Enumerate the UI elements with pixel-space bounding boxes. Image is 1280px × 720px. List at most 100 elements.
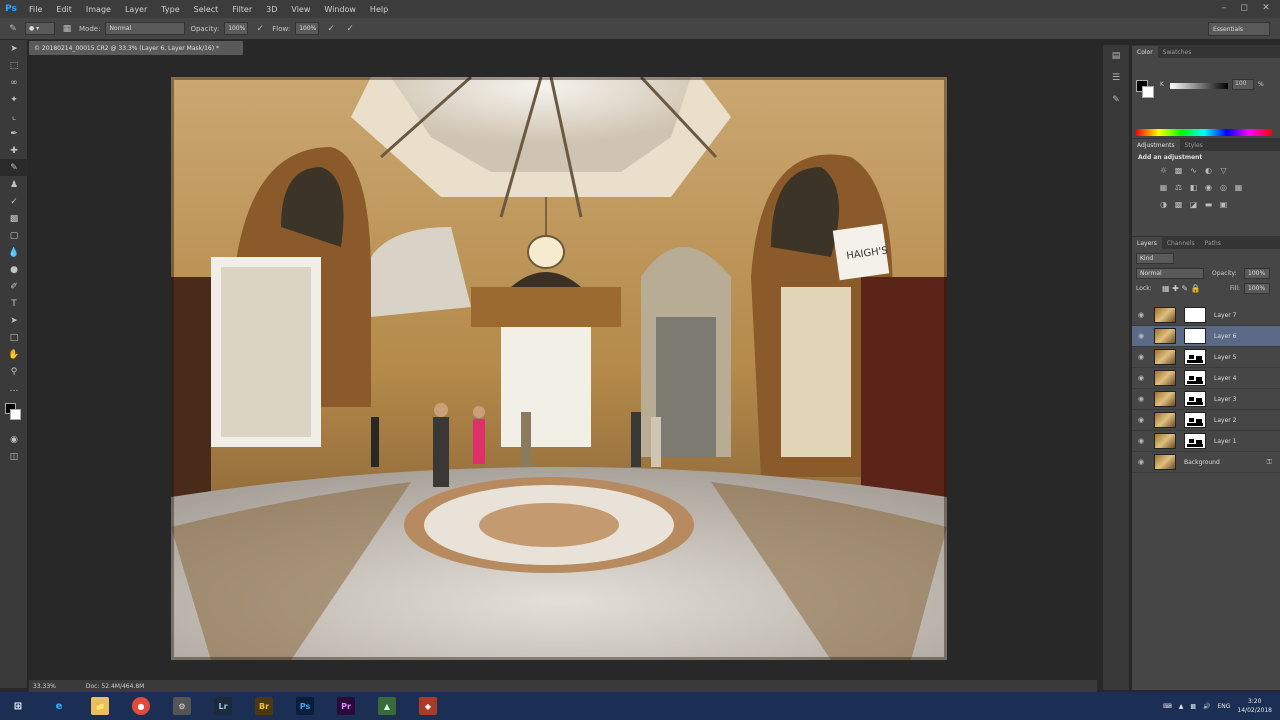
marquee-tool-icon[interactable]: ⬚ (0, 57, 28, 74)
restore-icon[interactable]: ◻ (1236, 0, 1252, 16)
color-balance-icon[interactable]: ⚖ (1173, 182, 1184, 193)
layer-name[interactable]: Layer 4 (1214, 375, 1236, 382)
gradient-map-icon[interactable]: ▬ (1203, 199, 1214, 210)
layer-thumbnail[interactable] (1154, 412, 1176, 428)
pen-tool-icon[interactable]: ✐ (0, 278, 28, 295)
tab-layers[interactable]: Layers (1132, 237, 1162, 249)
explorer-icon[interactable]: 📁 (82, 693, 118, 719)
history-brush-tool-icon[interactable]: ✓ (0, 193, 28, 210)
zoom-tool-icon[interactable]: ⚲ (0, 363, 28, 380)
tab-swatches[interactable]: Swatches (1158, 46, 1197, 58)
clock[interactable]: 3:20 14/02/2018 (1237, 697, 1272, 715)
levels-icon[interactable]: ▩ (1173, 165, 1184, 176)
eyedropper-tool-icon[interactable]: ✒ (0, 125, 28, 142)
blur-tool-icon[interactable]: 💧 (0, 244, 28, 261)
brush-tool-icon[interactable]: ✎ (6, 22, 20, 36)
brightness-icon[interactable]: ☼ (1158, 165, 1169, 176)
layer-thumbnail[interactable] (1154, 370, 1176, 386)
menu-edit[interactable]: Edit (49, 5, 79, 14)
layer-name[interactable]: Layer 2 (1214, 417, 1236, 424)
invert-icon[interactable]: ◑ (1158, 199, 1169, 210)
menu-filter[interactable]: Filter (225, 5, 259, 14)
menu-3d[interactable]: 3D (259, 5, 284, 14)
quick-select-tool-icon[interactable]: ✦ (0, 91, 28, 108)
color-lookup-icon[interactable]: ▦ (1233, 182, 1244, 193)
layer-thumbnail[interactable] (1154, 391, 1176, 407)
tab-color[interactable]: Color (1132, 46, 1158, 58)
close-icon[interactable]: ✕ (1258, 0, 1274, 16)
brush-panel-icon[interactable]: ▦ (60, 22, 74, 36)
app-icon[interactable]: ⚙ (164, 693, 200, 719)
menu-type[interactable]: Type (154, 5, 186, 14)
layer-row[interactable]: ◉ Layer 1 (1132, 431, 1280, 452)
visibility-eye-icon[interactable]: ◉ (1132, 395, 1150, 403)
photo-filter-icon[interactable]: ◉ (1203, 182, 1214, 193)
menu-select[interactable]: Select (187, 5, 226, 14)
brush-panel-icon[interactable]: ✎ (1103, 89, 1129, 111)
visibility-eye-icon[interactable]: ◉ (1132, 437, 1150, 445)
posterize-icon[interactable]: ▩ (1173, 199, 1184, 210)
channel-mixer-icon[interactable]: ◎ (1218, 182, 1229, 193)
workspace-select[interactable]: Essentials (1208, 22, 1270, 36)
layer-mask-thumbnail[interactable] (1184, 349, 1206, 365)
layer-thumbnail[interactable] (1154, 349, 1176, 365)
visibility-eye-icon[interactable]: ◉ (1132, 416, 1150, 424)
lock-icons[interactable]: ▦ ✚ ✎ 🔒 (1162, 284, 1201, 293)
photoshop-icon[interactable]: Ps (287, 693, 323, 719)
menu-file[interactable]: File (22, 5, 49, 14)
tab-styles[interactable]: Styles (1180, 139, 1208, 151)
curves-icon[interactable]: ∿ (1188, 165, 1199, 176)
language-indicator[interactable]: ENG (1217, 703, 1230, 710)
layer-mask-thumbnail[interactable] (1184, 307, 1206, 323)
keyboard-icon[interactable]: ⌨ (1163, 703, 1172, 710)
layer-row[interactable]: ◉ Layer 2 (1132, 410, 1280, 431)
layer-thumbnail[interactable] (1154, 307, 1176, 323)
chrome-icon[interactable]: ● (123, 693, 159, 719)
hand-tool-icon[interactable]: ✋ (0, 346, 28, 363)
k-slider[interactable] (1170, 83, 1228, 89)
properties-panel-icon[interactable]: ☰ (1103, 67, 1129, 89)
tab-channels[interactable]: Channels (1162, 237, 1200, 249)
volume-icon[interactable]: 🔊 (1203, 703, 1210, 710)
layer-name[interactable]: Layer 3 (1214, 396, 1236, 403)
color-swatches[interactable] (0, 401, 27, 427)
lasso-tool-icon[interactable]: ∞ (0, 74, 28, 91)
tray-arrow-icon[interactable]: ▲ (1179, 703, 1184, 710)
layer-mask-thumbnail[interactable] (1184, 412, 1206, 428)
zoom-readout[interactable]: 33.33% (33, 683, 56, 690)
visibility-eye-icon[interactable]: ◉ (1132, 458, 1150, 466)
visibility-eye-icon[interactable]: ◉ (1132, 374, 1150, 382)
pressure-size-icon[interactable]: ✓ (343, 22, 357, 36)
layer-thumbnail[interactable] (1154, 328, 1176, 344)
vibrance-icon[interactable]: ▽ (1218, 165, 1229, 176)
layer-row[interactable]: ◉ Background ⚿ (1132, 452, 1280, 473)
k-value-field[interactable]: 100 (1232, 79, 1254, 90)
menu-help[interactable]: Help (363, 5, 395, 14)
menu-image[interactable]: Image (79, 5, 118, 14)
layer-mask-thumbnail[interactable] (1184, 370, 1206, 386)
tab-adjustments[interactable]: Adjustments (1132, 139, 1180, 151)
flow-field[interactable]: 100% (295, 22, 320, 35)
visibility-eye-icon[interactable]: ◉ (1132, 311, 1150, 319)
visibility-eye-icon[interactable]: ◉ (1132, 332, 1150, 340)
layer-filter-kind[interactable]: Kind (1136, 253, 1174, 264)
airbrush-icon[interactable]: ✓ (324, 22, 338, 36)
doc-size-readout[interactable]: Doc: 52.4M/464.8M (86, 683, 144, 690)
menu-layer[interactable]: Layer (118, 5, 154, 14)
layer-mask-thumbnail[interactable] (1184, 433, 1206, 449)
layer-row[interactable]: ◉ Layer 7 (1132, 305, 1280, 326)
layer-thumbnail[interactable] (1154, 454, 1176, 470)
layer-name[interactable]: Layer 7 (1214, 312, 1236, 319)
hue-sat-icon[interactable]: ▦ (1158, 182, 1169, 193)
brush-preset-picker[interactable]: ● ▾ (25, 22, 55, 35)
visibility-eye-icon[interactable]: ◉ (1132, 353, 1150, 361)
layer-row[interactable]: ◉ Layer 4 (1132, 368, 1280, 389)
ie-icon[interactable]: e (41, 693, 77, 719)
layer-row[interactable]: ◉ Layer 6 (1132, 326, 1280, 347)
eraser-tool-icon[interactable]: ▩ (0, 210, 28, 227)
premiere-icon[interactable]: Pr (328, 693, 364, 719)
history-panel-icon[interactable]: ▤ (1103, 45, 1129, 67)
healing-tool-icon[interactable]: ✚ (0, 142, 28, 159)
gradient-tool-icon[interactable]: ▢ (0, 227, 28, 244)
layer-row[interactable]: ◉ Layer 5 (1132, 347, 1280, 368)
